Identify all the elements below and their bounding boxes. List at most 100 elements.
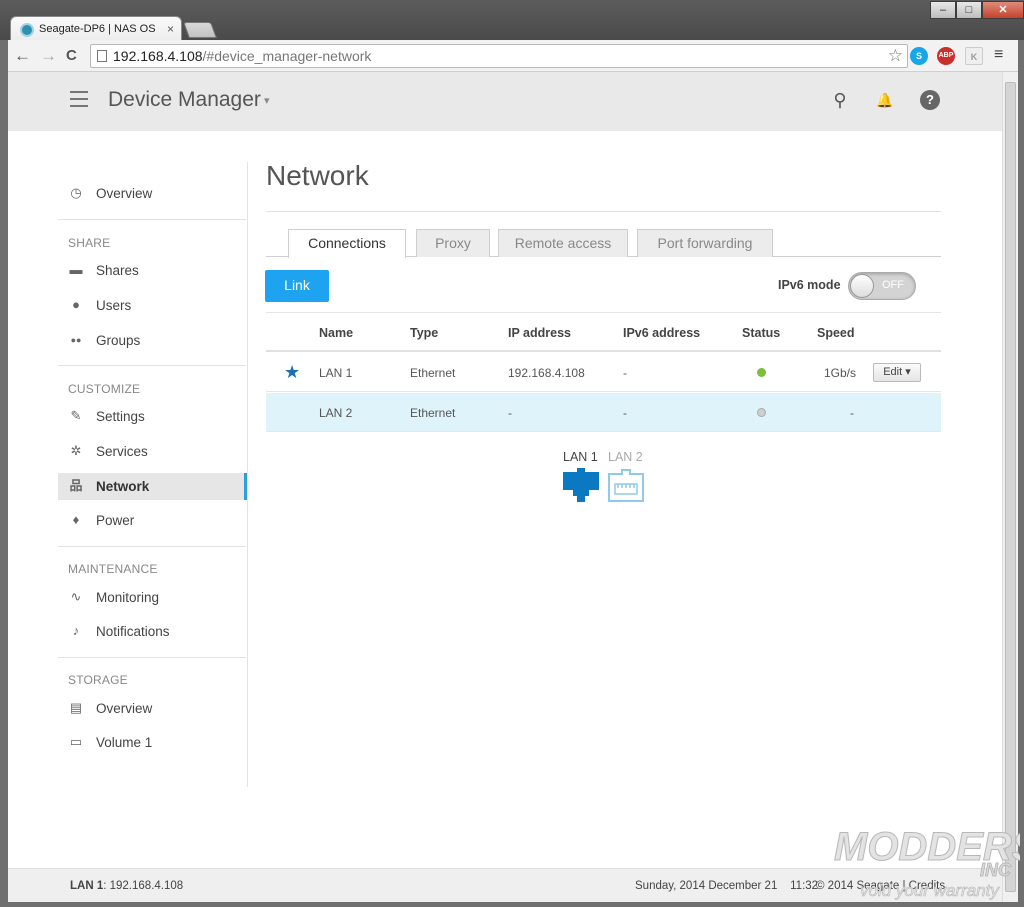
cell-type: Ethernet xyxy=(410,406,456,420)
sidebar-item-network[interactable]: 品 Network xyxy=(58,473,247,500)
tab-close-icon[interactable]: × xyxy=(167,22,174,36)
sidebar-section-maintenance: Maintenance xyxy=(68,562,158,576)
sidebar-item-label: Overview xyxy=(96,701,153,716)
hamburger-menu-icon[interactable] xyxy=(70,91,88,107)
sidebar: ◷ Overview Share ▬ Shares ● Users ●● Gro… xyxy=(58,162,248,787)
skype-extension-icon[interactable]: S xyxy=(910,47,928,65)
tab-title: Seagate-DP6 | NAS OS xyxy=(39,23,156,35)
gear-icon: ✲ xyxy=(70,443,82,458)
search-icon[interactable]: ⚲ xyxy=(830,90,850,110)
column-header-status: Status xyxy=(742,326,781,340)
title-bar: Seagate-DP6 | NAS OS × – □ ✕ xyxy=(0,0,1024,42)
sidebar-item-label: Power xyxy=(96,513,135,528)
sidebar-divider xyxy=(58,365,246,366)
watermark-line3: void your warranty xyxy=(860,881,1000,900)
window-controls: – □ ✕ xyxy=(930,1,1024,19)
column-header-name: Name xyxy=(319,326,354,340)
table-header: Name Type IP address IPv6 address Status… xyxy=(266,312,941,352)
column-header-ipv6: IPv6 address xyxy=(623,326,701,340)
port-label-lan1: LAN 1 xyxy=(563,450,598,464)
bell-icon[interactable]: 🔔 xyxy=(875,90,895,110)
cell-speed: - xyxy=(850,406,854,420)
sidebar-item-notifications[interactable]: ♪ Notifications xyxy=(58,618,246,645)
link-button[interactable]: Link xyxy=(265,270,329,302)
sidebar-section-storage: Storage xyxy=(68,673,128,687)
bell-icon: ♪ xyxy=(72,623,80,638)
toggle-knob xyxy=(850,274,874,298)
edit-button[interactable]: Edit ▾ xyxy=(873,363,921,382)
network-icon: 品 xyxy=(69,478,83,493)
tab-connections[interactable]: Connections xyxy=(288,229,406,258)
sidebar-item-label: Settings xyxy=(96,409,145,424)
column-header-speed: Speed xyxy=(817,326,855,340)
close-window-button[interactable]: ✕ xyxy=(982,1,1024,19)
url-host: 192.168.4.108 xyxy=(113,48,203,64)
tab-remote-access[interactable]: Remote access xyxy=(498,229,628,257)
sidebar-item-label: Shares xyxy=(96,263,139,278)
maximize-button[interactable]: □ xyxy=(956,1,982,19)
sidebar-item-label: Users xyxy=(96,298,132,313)
column-header-ip: IP address xyxy=(508,326,572,340)
sidebar-item-users[interactable]: ● Users xyxy=(58,292,246,319)
storage-icon: ▤ xyxy=(69,700,83,715)
ethernet-port-lan1-icon[interactable] xyxy=(563,468,599,502)
cell-ip: 192.168.4.108 xyxy=(508,366,585,380)
sidebar-item-label: Notifications xyxy=(96,624,170,639)
toggle-state: OFF xyxy=(882,279,904,291)
back-arrow-icon[interactable]: ← xyxy=(14,46,31,66)
sidebar-item-settings[interactable]: ✎ Settings xyxy=(58,403,246,430)
new-tab-button[interactable] xyxy=(183,22,217,38)
forward-arrow-icon[interactable]: → xyxy=(40,46,57,66)
cell-type: Ethernet xyxy=(410,366,456,380)
minimize-button[interactable]: – xyxy=(930,1,956,19)
sidebar-item-storage-overview[interactable]: ▤ Overview xyxy=(58,695,246,722)
sidebar-item-overview[interactable]: ◷ Overview xyxy=(58,180,246,207)
vertical-scrollbar[interactable] xyxy=(1002,72,1018,902)
cell-ip: - xyxy=(508,406,512,420)
column-header-type: Type xyxy=(410,326,439,340)
sidebar-divider xyxy=(58,657,246,658)
sidebar-item-groups[interactable]: ●● Groups xyxy=(58,327,246,354)
cell-ipv6: - xyxy=(623,366,627,380)
browser-tab[interactable]: Seagate-DP6 | NAS OS × xyxy=(10,16,182,42)
sidebar-item-shares[interactable]: ▬ Shares xyxy=(58,257,246,284)
footer-lan-ip: : 192.168.4.108 xyxy=(103,880,184,892)
status-indicator xyxy=(757,368,766,377)
footer-datetime: Sunday, 2014 December 21 11:32 xyxy=(635,880,819,892)
sidebar-item-power[interactable]: ♦ Power xyxy=(58,507,246,534)
browser-toolbar: ← → C 192.168.4.108/#device_manager-netw… xyxy=(8,40,1018,72)
browser-menu-icon[interactable]: ≡ xyxy=(994,46,1003,64)
sidebar-item-label: Network xyxy=(96,479,150,494)
page-title: Network xyxy=(266,160,369,191)
sidebar-item-volume-1[interactable]: ▭ Volume 1 xyxy=(58,729,246,756)
tab-proxy[interactable]: Proxy xyxy=(416,229,490,257)
app-title-caret-icon[interactable]: ▾ xyxy=(264,94,270,107)
sidebar-item-label: Volume 1 xyxy=(96,735,153,750)
help-icon[interactable]: ? xyxy=(920,90,940,110)
sidebar-item-services[interactable]: ✲ Services xyxy=(58,438,246,465)
scroll-thumb[interactable] xyxy=(1005,82,1016,892)
ipv6-mode-toggle[interactable]: OFF xyxy=(848,272,916,300)
ethernet-port-lan2-icon[interactable] xyxy=(608,468,644,502)
extension-k-icon[interactable]: K xyxy=(965,47,983,65)
reload-icon[interactable]: C xyxy=(66,46,77,66)
adblock-extension-icon[interactable]: ABP xyxy=(937,47,955,65)
sidebar-item-monitoring[interactable]: ∿ Monitoring xyxy=(58,584,246,611)
footer-lan-status: LAN 1: 192.168.4.108 xyxy=(70,880,183,892)
address-bar[interactable]: 192.168.4.108/#device_manager-network ☆ xyxy=(90,44,908,68)
cell-name: LAN 2 xyxy=(319,406,353,420)
sidebar-divider xyxy=(58,546,246,547)
port-label-lan2: LAN 2 xyxy=(608,450,643,464)
app-title[interactable]: Device Manager xyxy=(108,88,261,112)
user-icon: ● xyxy=(72,297,80,312)
watermark-line2: INC xyxy=(980,860,1012,880)
modders-inc-watermark-logo: MODDERS INC void your warranty xyxy=(834,825,1021,901)
url-path: /#device_manager-network xyxy=(202,48,372,64)
tab-port-forwarding[interactable]: Port forwarding xyxy=(637,229,773,257)
status-indicator xyxy=(757,408,766,417)
bookmark-star-icon[interactable]: ☆ xyxy=(888,46,903,66)
table-row[interactable]: LAN 2 Ethernet - - - xyxy=(266,393,941,432)
table-row[interactable]: ★ LAN 1 Ethernet 192.168.4.108 - 1Gb/s E… xyxy=(266,353,941,392)
lightbulb-icon: ♦ xyxy=(72,512,80,527)
volume-icon: ▭ xyxy=(69,734,83,749)
